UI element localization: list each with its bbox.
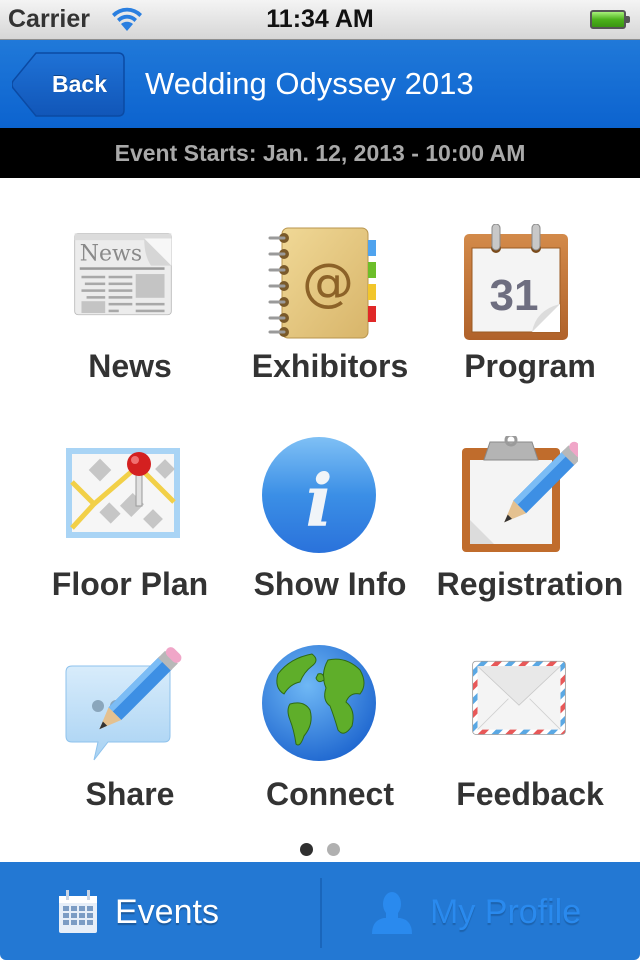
calendar-grid-icon [59, 890, 97, 933]
newspaper-icon: News [74, 232, 172, 316]
grid-item-floor-plan[interactable]: Floor Plan [20, 396, 220, 602]
envelope-icon [472, 660, 566, 735]
grid-item-registration[interactable]: Registration [420, 396, 623, 602]
address-book-icon: @ [268, 227, 376, 339]
grid-item-connect[interactable]: Connect [220, 606, 420, 812]
tab-bar: Events My Profile [0, 862, 640, 960]
page-dot-2[interactable] [327, 843, 340, 856]
speech-bubble-pencil-icon [65, 647, 182, 761]
battery-icon [590, 10, 630, 29]
svg-text:@: @ [302, 253, 354, 313]
svg-text:i: i [305, 458, 332, 543]
tab-label: My Profile [430, 893, 582, 931]
page-indicator[interactable] [0, 843, 640, 857]
back-button-label: Back [52, 71, 107, 97]
event-start-banner: Event Starts: Jan. 12, 2013 - 10:00 AM [0, 128, 640, 178]
calendar-icon: 31 [464, 224, 568, 340]
globe-icon [262, 645, 376, 761]
grid-item-news[interactable]: News News [20, 178, 220, 384]
grid-item-share[interactable]: Share [20, 606, 220, 812]
back-button[interactable]: Back [12, 52, 125, 117]
grid-item-label: Program [464, 348, 596, 384]
person-icon [372, 892, 412, 934]
grid-item-label: Registration [436, 566, 624, 602]
map-pin-icon [66, 448, 180, 538]
page-title: Wedding Odyssey 2013 [145, 66, 474, 101]
feature-grid: News News @ Exhibitors 31 Program Floor … [0, 178, 640, 862]
status-bar: Carrier 11:34 AM [0, 0, 640, 40]
clock: 11:34 AM [266, 5, 374, 33]
calendar-day: 31 [490, 271, 539, 320]
grid-item-show-info[interactable]: i Show Info [220, 396, 420, 602]
clipboard-pencil-icon [462, 436, 578, 552]
info-icon: i [262, 437, 376, 553]
grid-item-exhibitors[interactable]: @ Exhibitors [220, 178, 420, 384]
page-dot-1[interactable] [300, 843, 313, 856]
tab-label: Events [115, 893, 219, 931]
newspaper-title: News [80, 242, 142, 267]
navigation-bar: Back Wedding Odyssey 2013 [0, 40, 640, 128]
grid-item-program[interactable]: 31 Program [420, 178, 620, 384]
grid-item-feedback[interactable]: Feedback [420, 606, 620, 812]
grid-item-label: Feedback [456, 776, 604, 812]
tab-events[interactable]: Events [0, 862, 320, 960]
tab-my-profile[interactable]: My Profile [322, 862, 640, 960]
